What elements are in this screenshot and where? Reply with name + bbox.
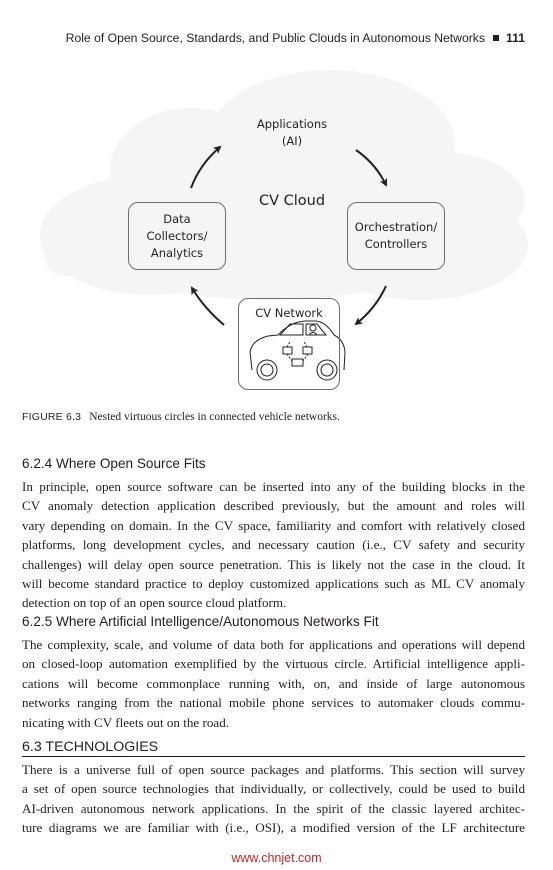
text-line: challenges) will delay open source penet… [22, 556, 525, 572]
section-heading-6-2-5: 6.2.5 Where Artificial Intelligence/Auto… [22, 614, 379, 629]
text-line: a set of open source technologies that i… [22, 781, 525, 797]
text-line: cations will become commonplace running … [22, 675, 525, 691]
figure-caption: FIGURE 6.3 Nested virtuous circles in con… [22, 411, 340, 423]
cv-network-box: CV Network [238, 298, 340, 390]
cv-cloud-label: CV Cloud [258, 193, 326, 209]
text-line: on closed-loop automation exemplified by… [22, 656, 525, 672]
paragraph-6-2-5: The complexity, scale, and volume of dat… [22, 635, 525, 732]
watermark: www.chnjet.com [231, 851, 322, 865]
text-line: nicating with CV fleets out on the road. [22, 714, 230, 730]
section-heading-6-2-4: 6.2.4 Where Open Source Fits [22, 456, 206, 471]
applications-text: Applications [256, 117, 328, 131]
running-head: Role of Open Source, Standards, and Publ… [66, 31, 525, 45]
data-collectors-line: Data [163, 211, 191, 226]
text-line: vary depending on domain. In the CV spac… [22, 517, 525, 533]
section-heading-6-3: 6.3 TECHNOLOGIES [22, 739, 525, 757]
data-collectors-box: Data Collectors/ Analytics [128, 202, 226, 270]
text-line: AI-driven autonomous network application… [22, 800, 525, 816]
text-line: networks ranging from the national mobil… [22, 695, 525, 711]
paragraph-6-3: There is a universe full of open source … [22, 760, 525, 838]
data-collectors-line: Analytics [150, 245, 204, 260]
cv-network-label: CV Network [255, 306, 323, 320]
text-line: There is a universe full of open source … [22, 762, 525, 777]
text-line: will become standard practice to deploy … [22, 576, 525, 592]
orchestration-box: Orchestration/ Controllers [347, 202, 445, 270]
page-number: 111 [506, 31, 525, 45]
figure-caption-text: Nested virtuous circles in connected veh… [89, 411, 340, 423]
paragraph-6-2-4: In principle, open source software can b… [22, 477, 525, 613]
data-collectors-line: Collectors/ [146, 228, 208, 243]
text-line: detection on top of an open source cloud… [22, 595, 287, 611]
running-head-title: Role of Open Source, Standards, and Publ… [65, 31, 485, 45]
text-line: In principle, open source software can b… [22, 479, 525, 494]
figure-caption-label: FIGURE 6.3 [22, 411, 82, 423]
orchestration-line: Controllers [364, 237, 428, 251]
cloud-shape [40, 70, 528, 300]
text-line: ture diagrams we are familiar with (i.e.… [22, 820, 525, 836]
text-line: CV anomaly detection application describ… [22, 498, 525, 514]
applications-ai-text: (AI) [281, 134, 303, 148]
text-line: platforms, long development cycles, and … [22, 537, 525, 553]
applications-label: Applications (AI) [232, 116, 352, 150]
text-line: The complexity, scale, and volume of dat… [22, 637, 525, 652]
orchestration-line: Orchestration/ [354, 220, 438, 234]
separator-square-icon [493, 35, 499, 42]
figure-6-3: Applications (AI) CV Cloud Data Collecto… [0, 60, 553, 390]
